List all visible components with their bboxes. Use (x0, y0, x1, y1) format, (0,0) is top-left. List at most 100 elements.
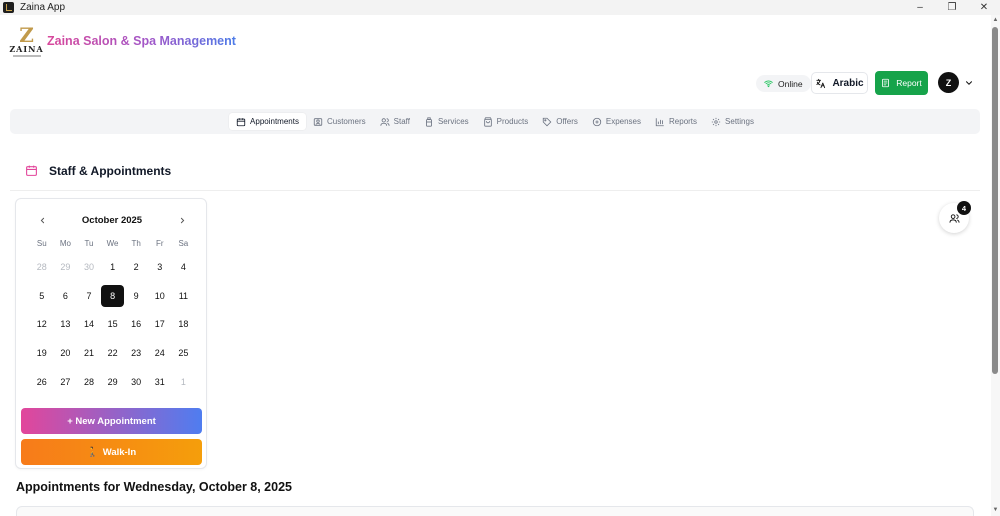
calendar-grid: Su Mo Tu We Th Fr Sa 28 29 30 1 2 3 4 5 … (30, 235, 195, 396)
weekday-label: Sa (178, 239, 189, 248)
calendar-day[interactable]: 29 (101, 371, 125, 393)
tab-products[interactable]: Products (476, 113, 536, 130)
new-appointment-button[interactable]: + New Appointment (21, 408, 202, 434)
walk-in-button[interactable]: 🚶 Walk-In (21, 439, 202, 465)
appointments-list-panel (16, 506, 974, 516)
logo-underline (12, 55, 41, 57)
calendar-day[interactable]: 13 (54, 313, 78, 335)
calendar-day[interactable]: 15 (101, 313, 125, 335)
calendar-day[interactable]: 9 (124, 285, 148, 307)
walking-person-icon: 🚶 (86, 446, 99, 458)
calendar-day[interactable]: 26 (30, 371, 54, 393)
restore-icon[interactable]: ❐ (936, 0, 968, 15)
calendar-day[interactable]: 14 (77, 313, 101, 335)
calendar-day[interactable]: 28 (77, 371, 101, 393)
calendar-day[interactable]: 23 (124, 342, 148, 364)
shopping-bag-icon (483, 116, 492, 127)
app-icon (3, 2, 14, 13)
app-brand-title: Zaina Salon & Spa Management (47, 34, 236, 48)
date-picker-calendar: October 2025 Su Mo Tu We Th Fr Sa 28 29 … (15, 198, 207, 469)
close-icon[interactable]: ✕ (968, 0, 1000, 15)
tab-label: Customers (326, 117, 366, 126)
tab-reports[interactable]: Reports (648, 113, 704, 130)
calendar-day[interactable]: 12 (30, 313, 54, 335)
tab-offers[interactable]: Offers (535, 113, 585, 130)
chevron-down-icon[interactable] (964, 78, 974, 88)
user-avatar[interactable]: Z (938, 72, 959, 93)
window-controls: – ❐ ✕ (904, 0, 1000, 15)
calendar-day[interactable]: 10 (148, 285, 172, 307)
calendar-week-row: 5 6 7 8 9 10 11 (30, 282, 195, 311)
calendar-week-row: 19 20 21 22 23 24 25 (30, 339, 195, 368)
logo-mark: Z (19, 23, 34, 47)
calendar-day[interactable]: 25 (172, 342, 196, 364)
zaina-logo: Z ZAINA (9, 23, 44, 58)
language-toggle-button[interactable]: Arabic (811, 72, 868, 94)
report-icon (882, 78, 890, 88)
calendar-day[interactable]: 5 (30, 285, 54, 307)
calendar-day[interactable]: 22 (101, 342, 125, 364)
calendar-day[interactable]: 30 (77, 256, 101, 278)
tab-staff[interactable]: Staff (373, 113, 417, 130)
online-status-label: Online (778, 78, 803, 89)
users-icon (380, 117, 390, 126)
calendar-day[interactable]: 16 (124, 313, 148, 335)
report-button[interactable]: Report (875, 71, 928, 95)
weekday-label: Tu (84, 239, 94, 248)
calendar-day[interactable]: 27 (54, 371, 78, 393)
calendar-week-row: 12 13 14 15 16 17 18 (30, 310, 195, 339)
id-card-icon (313, 117, 323, 126)
calendar-day[interactable]: 4 (172, 256, 196, 278)
wallet-icon (592, 117, 602, 126)
calendar-day[interactable]: 20 (54, 342, 78, 364)
calendar-week-row: 26 27 28 29 30 31 1 (30, 367, 195, 396)
calendar-day[interactable]: 30 (124, 371, 148, 393)
calendar-day[interactable]: 1 (172, 371, 196, 393)
weekday-label: Su (36, 239, 47, 248)
calendar-day[interactable]: 1 (101, 256, 125, 278)
calendar-day[interactable]: 6 (54, 285, 78, 307)
logo-wordmark: ZAINA (9, 44, 44, 54)
tab-settings[interactable]: Settings (704, 113, 761, 130)
calendar-week-row: 28 29 30 1 2 3 4 (30, 253, 195, 282)
scroll-down-icon[interactable]: ▼ (992, 507, 999, 514)
section-title: Staff & Appointments (49, 164, 172, 178)
wifi-icon (764, 80, 773, 88)
weekday-label: Th (131, 239, 141, 248)
gear-icon (711, 117, 721, 126)
calendar-day[interactable]: 28 (30, 256, 54, 278)
calendar-day[interactable]: 24 (148, 342, 172, 364)
calendar-day[interactable]: 11 (172, 285, 196, 307)
tab-services[interactable]: Services (417, 113, 476, 130)
tab-appointments[interactable]: Appointments (229, 113, 306, 130)
tab-expenses[interactable]: Expenses (585, 113, 648, 130)
calendar-day[interactable]: 7 (77, 285, 101, 307)
calendar-day[interactable]: 2 (124, 256, 148, 278)
window-title: Zaina App (20, 2, 66, 13)
section-divider (10, 190, 980, 191)
weekday-header-row: Su Mo Tu We Th Fr Sa (30, 235, 195, 253)
calendar-day[interactable]: 18 (172, 313, 196, 335)
calendar-day[interactable]: 3 (148, 256, 172, 278)
scrollbar-thumb[interactable] (992, 27, 998, 374)
tab-label: Appointments (250, 117, 299, 126)
minimize-icon[interactable]: – (904, 0, 936, 15)
staff-count-badge: 4 (957, 201, 971, 215)
bottle-icon (426, 116, 432, 127)
main-nav-tabs: Appointments Customers Staff Services Pr… (10, 109, 980, 134)
calendar-day[interactable]: 21 (77, 342, 101, 364)
tag-icon (543, 117, 552, 126)
calendar-day[interactable]: 17 (148, 313, 172, 335)
appointments-date-heading: Appointments for Wednesday, October 8, 2… (16, 480, 292, 494)
weekday-label: Fr (155, 239, 164, 248)
tab-customers[interactable]: Customers (306, 113, 373, 130)
calendar-day-selected[interactable]: 8 (100, 284, 125, 307)
scroll-up-icon[interactable]: ▲ (992, 17, 999, 24)
next-month-button[interactable] (175, 213, 189, 227)
tab-label: Products (496, 117, 529, 126)
tab-label: Offers (556, 117, 578, 126)
bar-chart-icon (655, 117, 664, 126)
calendar-day[interactable]: 29 (54, 256, 78, 278)
calendar-day[interactable]: 19 (30, 342, 54, 364)
calendar-day[interactable]: 31 (148, 371, 172, 393)
